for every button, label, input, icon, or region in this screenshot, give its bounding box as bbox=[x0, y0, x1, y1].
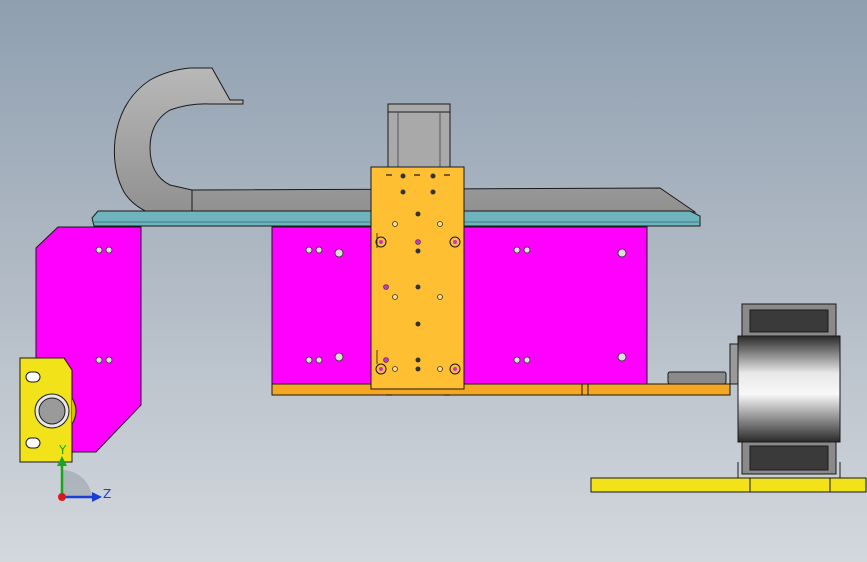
model-canvas: Y Z bbox=[19, 67, 867, 502]
origin-point bbox=[58, 493, 66, 501]
orange-carriage-plate[interactable] bbox=[370, 166, 465, 396]
y-axis-label: Y bbox=[58, 443, 67, 457]
stepper-motor-right[interactable] bbox=[729, 303, 841, 478]
stepper-motor-top[interactable] bbox=[387, 103, 451, 169]
z-axis-label: Z bbox=[103, 487, 111, 501]
cad-viewport[interactable]: Y Z bbox=[0, 0, 867, 562]
yellow-end-bracket[interactable] bbox=[19, 357, 77, 463]
yellow-base-bar[interactable] bbox=[590, 477, 867, 493]
